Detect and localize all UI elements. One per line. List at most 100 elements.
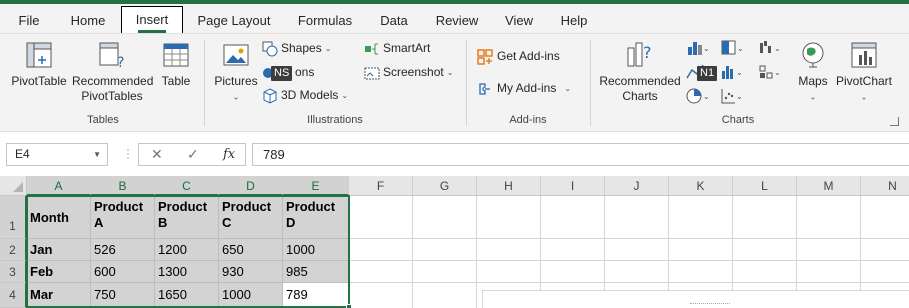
column-header-m[interactable]: M — [797, 176, 861, 196]
column-header-a[interactable]: A — [27, 176, 91, 196]
pictures-button[interactable]: Pictures ⌄ — [212, 40, 260, 104]
row-header-1[interactable]: 1 — [0, 196, 27, 239]
insert-function-icon[interactable]: fx — [223, 147, 235, 162]
cell-d1[interactable]: Product C — [219, 196, 283, 239]
column-header-k[interactable]: K — [669, 176, 733, 196]
statistic-chart-button[interactable]: ⌄ — [720, 63, 743, 83]
recommended-charts-button[interactable]: ? Recommended Charts — [596, 40, 684, 104]
column-chart-button[interactable]: ⌄ — [686, 39, 710, 59]
recommended-pivottables-icon: ? — [99, 42, 124, 70]
cell-e1[interactable]: Product D — [283, 196, 349, 239]
cell-b2[interactable]: 526 — [91, 239, 155, 261]
cell-e4-active[interactable]: 789 — [283, 283, 349, 308]
cell-c3[interactable]: 1300 — [155, 261, 219, 283]
tab-review[interactable]: Review — [432, 8, 482, 34]
recommended-pivottables-button[interactable]: ? Recommended PivotTables — [72, 40, 153, 104]
column-header-c[interactable]: C — [155, 176, 219, 196]
column-header-e[interactable]: E — [283, 176, 349, 196]
smartart-button[interactable]: SmartArt — [364, 38, 430, 58]
name-box[interactable]: E4 ▼ — [6, 143, 108, 166]
cell-e3[interactable]: 985 — [283, 261, 349, 283]
column-header-f[interactable]: F — [349, 176, 413, 196]
column-header-i[interactable]: I — [541, 176, 605, 196]
column-header-d[interactable]: D — [219, 176, 283, 196]
cell-b3[interactable]: 600 — [91, 261, 155, 283]
cell-b1[interactable]: Product A — [91, 196, 155, 239]
worksheet-grid: A B C D E F G H I J K L M N 1 2 3 4 Mont… — [0, 176, 909, 308]
waterfall-chart-icon: ⌄ — [760, 41, 781, 53]
column-header-l[interactable]: L — [733, 176, 797, 196]
pivot-chart-button[interactable]: PivotChart ⌄ — [834, 40, 894, 104]
cell-c2[interactable]: 1200 — [155, 239, 219, 261]
row-header-3[interactable]: 3 — [0, 261, 27, 283]
column-header-h[interactable]: H — [477, 176, 541, 196]
3d-models-button[interactable]: 3D Models ⌄ — [262, 85, 348, 105]
my-add-ins-dropdown-icon: ⌄ — [564, 83, 572, 93]
cell-a2[interactable]: Jan — [27, 239, 91, 261]
tab-insert[interactable]: Insert — [121, 6, 183, 34]
tab-view[interactable]: View — [500, 8, 538, 34]
pivot-chart-icon — [851, 42, 877, 68]
cell-e2[interactable]: 1000 — [283, 239, 349, 261]
pivot-table-button[interactable]: PivotTable — [8, 40, 70, 89]
cell-e1-line2: D — [286, 215, 296, 230]
column-header-n[interactable]: N — [861, 176, 909, 196]
name-box-dropdown-icon[interactable]: ▼ — [93, 144, 101, 165]
cancel-icon[interactable]: ✕ — [151, 146, 163, 163]
pie-chart-icon: ⌄ — [686, 88, 710, 104]
pivot-chart-dropdown-icon: ⌄ — [860, 92, 868, 102]
shapes-button[interactable]: Shapes ⌄ — [262, 38, 331, 58]
cell-a4[interactable]: Mar — [27, 283, 91, 308]
cell-d3[interactable]: 930 — [219, 261, 283, 283]
tab-page-layout[interactable]: Page Layout — [194, 8, 274, 34]
cell-e1-line1: Product — [286, 199, 336, 214]
tab-help[interactable]: Help — [556, 8, 592, 34]
combo-chart-button[interactable]: ⌄ — [758, 63, 781, 83]
select-all-button[interactable] — [0, 176, 27, 196]
tab-file[interactable]: File — [8, 8, 50, 34]
cell-c4[interactable]: 1650 — [155, 283, 219, 308]
my-add-ins-button[interactable]: My Add-ins ⌄ — [476, 78, 571, 98]
cell-a3[interactable]: Feb — [27, 261, 91, 283]
column-header-j[interactable]: J — [605, 176, 669, 196]
cell-d4[interactable]: 1000 — [219, 283, 283, 308]
pictures-icon — [223, 44, 249, 66]
charts-group-label: Charts — [721, 114, 755, 126]
screenshot-button[interactable]: Screenshot ⌄ — [364, 62, 453, 82]
cell-b4[interactable]: 750 — [91, 283, 155, 308]
row-header-2[interactable]: 2 — [0, 239, 27, 261]
enter-icon[interactable]: ✓ — [187, 146, 199, 163]
tab-home[interactable]: Home — [64, 8, 112, 34]
cell-c1[interactable]: Product B — [155, 196, 219, 239]
tables-group-label: Tables — [87, 114, 119, 126]
shapes-dropdown-icon: ⌄ — [324, 43, 332, 53]
charts-dialog-launcher-icon[interactable] — [890, 117, 899, 126]
svg-text:?: ? — [643, 43, 652, 62]
hierarchy-chart-button[interactable]: ⌄ — [720, 39, 744, 59]
cell-a1[interactable]: Month — [27, 196, 91, 239]
recommended-charts-label-2: Charts — [622, 89, 658, 103]
column-header-g[interactable]: G — [413, 176, 477, 196]
pie-chart-button[interactable]: ⌄ — [686, 87, 710, 107]
get-add-ins-label[interactable]: Get Add-ins — [497, 49, 560, 63]
scatter-chart-button[interactable]: ⌄ — [720, 87, 743, 107]
chart-object-edge[interactable] — [482, 290, 909, 308]
cell-c1-line1: Product — [158, 199, 208, 214]
cell-d2[interactable]: 650 — [219, 239, 283, 261]
table-button[interactable]: Table — [156, 40, 196, 89]
formula-bar-grip-icon: ⋮ — [122, 147, 134, 161]
cell-b1-line1: Product — [94, 199, 144, 214]
svg-text:⌄: ⌄ — [703, 44, 708, 53]
recommended-pivottables-label-2: PivotTables — [81, 89, 143, 103]
maps-button[interactable]: Maps ⌄ — [794, 40, 832, 104]
fill-handle[interactable] — [346, 304, 352, 308]
tab-formulas[interactable]: Formulas — [292, 8, 358, 34]
waterfall-chart-button[interactable]: ⌄ — [758, 39, 781, 59]
row-header-4[interactable]: 4 — [0, 283, 27, 308]
ribbon-tabs: File Home Insert Page Layout Formulas Da… — [0, 4, 909, 34]
formula-input[interactable]: 789 — [252, 143, 909, 166]
get-add-ins-button[interactable]: Get Add-ins — [476, 46, 560, 66]
smartart-icon — [365, 43, 378, 55]
column-header-b[interactable]: B — [91, 176, 155, 196]
tab-data[interactable]: Data — [374, 8, 414, 34]
